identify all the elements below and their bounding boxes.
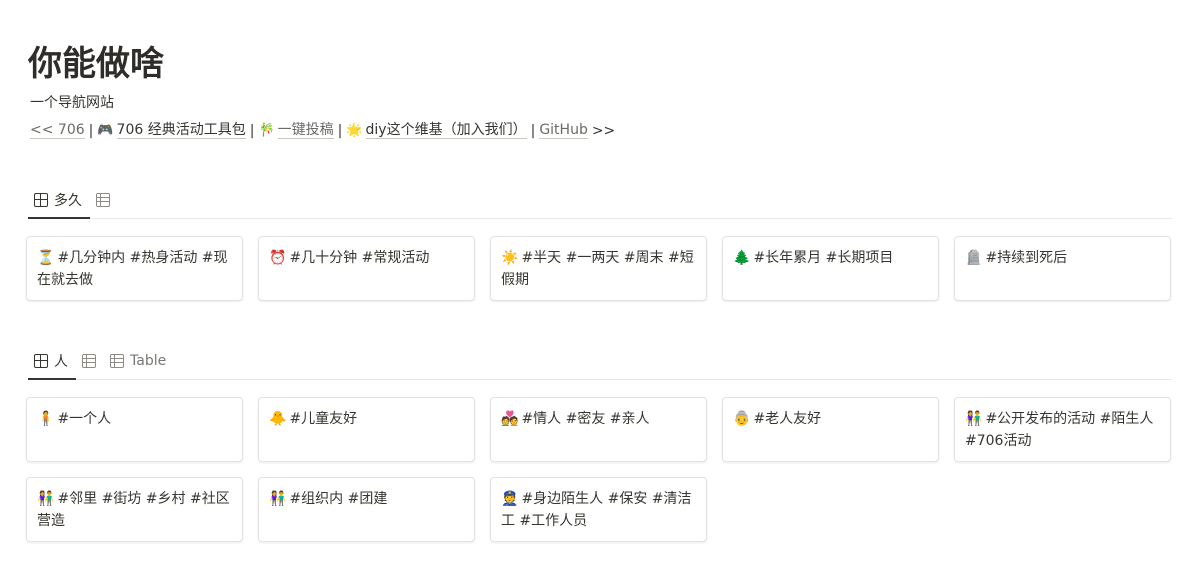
card-text: #老人友好 [753,411,822,427]
table-icon [110,354,124,368]
person-standing-icon: 🧍 [37,411,55,427]
people-gallery: 🧍 #一个人 🐥 #儿童友好 💑 #情人 #密友 #亲人 👵 #老人友好 👫 #公开发布的… [26,397,1171,542]
evergreen-tree-icon: 🌲 [733,250,751,266]
hourglass-icon: ⏳ [37,250,55,266]
card-text: #身边陌生人 #保安 #清洁工 #工作人员 [501,491,692,529]
tab-label: 人 [54,354,68,370]
tab-people-table[interactable] [76,343,104,379]
card-text: #半天 #一两天 #周末 #短假期 [501,250,694,288]
tab-duration-gallery[interactable]: 多久 [28,182,90,219]
card-duration-minutes[interactable]: ⏳ #几分钟内 #热身活动 #现在就去做 [26,236,243,301]
card-text: #几分钟内 #热身活动 #现在就去做 [37,250,228,288]
card-text: #情人 #密友 #亲人 [521,411,650,427]
page: 你能做啥 一个导航网站 << 706 | 🎮 706 经典活动工具包 | 🎋 一… [0,0,1200,566]
card-text: #长年累月 #长期项目 [753,250,894,266]
people-holding-hands-icon: 👫 [965,411,983,427]
page-title: 你能做啥 [28,44,164,84]
toolkit-link[interactable]: 706 经典活动工具包 [116,122,246,139]
card-people-strangers[interactable]: 👮 #身边陌生人 #保安 #清洁工 #工作人员 [490,477,707,542]
sun-icon: ☀️ [501,250,519,266]
police-officer-icon: 👮 [501,491,519,507]
card-duration-half-day[interactable]: ☀️ #半天 #一两天 #周末 #短假期 [490,236,707,301]
headstone-icon: 🪦 [965,250,983,266]
card-text: #一个人 [57,411,112,427]
card-duration-after-death[interactable]: 🪦 #持续到死后 [954,236,1171,301]
couple-heart-icon: 💑 [501,411,519,427]
prev-link[interactable]: << 706 [30,122,85,139]
separator: | [88,122,94,139]
tab-label: Table [130,353,167,369]
alarm-clock-icon: ⏰ [269,250,287,266]
people-holding-hands-icon: 👫 [269,491,287,507]
card-text: #邻里 #街坊 #乡村 #社区营造 [37,491,230,529]
card-people-kids[interactable]: 🐥 #儿童友好 [258,397,475,462]
tab-people-table-2[interactable]: Table [104,343,174,379]
card-text: #儿童友好 [289,411,358,427]
chick-icon: 🐥 [269,411,287,427]
duration-gallery: ⏳ #几分钟内 #热身活动 #现在就去做 ⏰ #几十分钟 #常规活动 ☀️ #半天 #… [26,236,1171,301]
card-text: #几十分钟 #常规活动 [289,250,430,266]
gallery-icon [34,193,48,207]
card-people-close[interactable]: 💑 #情人 #密友 #亲人 [490,397,707,462]
card-people-elderly[interactable]: 👵 #老人友好 [722,397,939,462]
table-icon [82,354,96,368]
card-people-alone[interactable]: 🧍 #一个人 [26,397,243,462]
separator: | [337,122,343,139]
people-view-tabs: 人 Table [28,344,1172,380]
toolkit-icon: 🎮 [97,123,114,138]
card-text: #持续到死后 [985,250,1068,266]
card-text: #公开发布的活动 #陌生人 #706活动 [965,411,1154,449]
separator: | [249,122,255,139]
tab-people-gallery[interactable]: 人 [28,343,76,380]
card-text: #组织内 #团建 [289,491,388,507]
submit-icon: 🎋 [258,123,275,138]
wiki-link[interactable]: diy这个维基（加入我们） [365,122,527,139]
card-duration-long-term[interactable]: 🌲 #长年累月 #长期项目 [722,236,939,301]
tab-label: 多久 [54,193,82,209]
next-link[interactable]: >> [592,123,615,139]
gallery-icon [34,354,48,368]
card-people-public[interactable]: 👫 #公开发布的活动 #陌生人 #706活动 [954,397,1171,462]
link-bar: << 706 | 🎮 706 经典活动工具包 | 🎋 一键投稿 | 🌟 diy这… [30,122,619,139]
table-icon [96,193,110,207]
wiki-icon: 🌟 [346,123,363,138]
github-link[interactable]: GitHub [539,122,588,139]
card-people-neighbors[interactable]: 👫 #邻里 #街坊 #乡村 #社区营造 [26,477,243,542]
old-woman-icon: 👵 [733,411,751,427]
page-subtitle: 一个导航网站 [30,95,114,111]
card-people-organization[interactable]: 👫 #组织内 #团建 [258,477,475,542]
card-duration-tens-minutes[interactable]: ⏰ #几十分钟 #常规活动 [258,236,475,301]
people-holding-hands-icon: 👫 [37,491,55,507]
tab-duration-table[interactable] [90,182,118,218]
separator: | [530,122,536,139]
submit-link[interactable]: 一键投稿 [277,122,334,139]
duration-view-tabs: 多久 [28,183,1172,219]
